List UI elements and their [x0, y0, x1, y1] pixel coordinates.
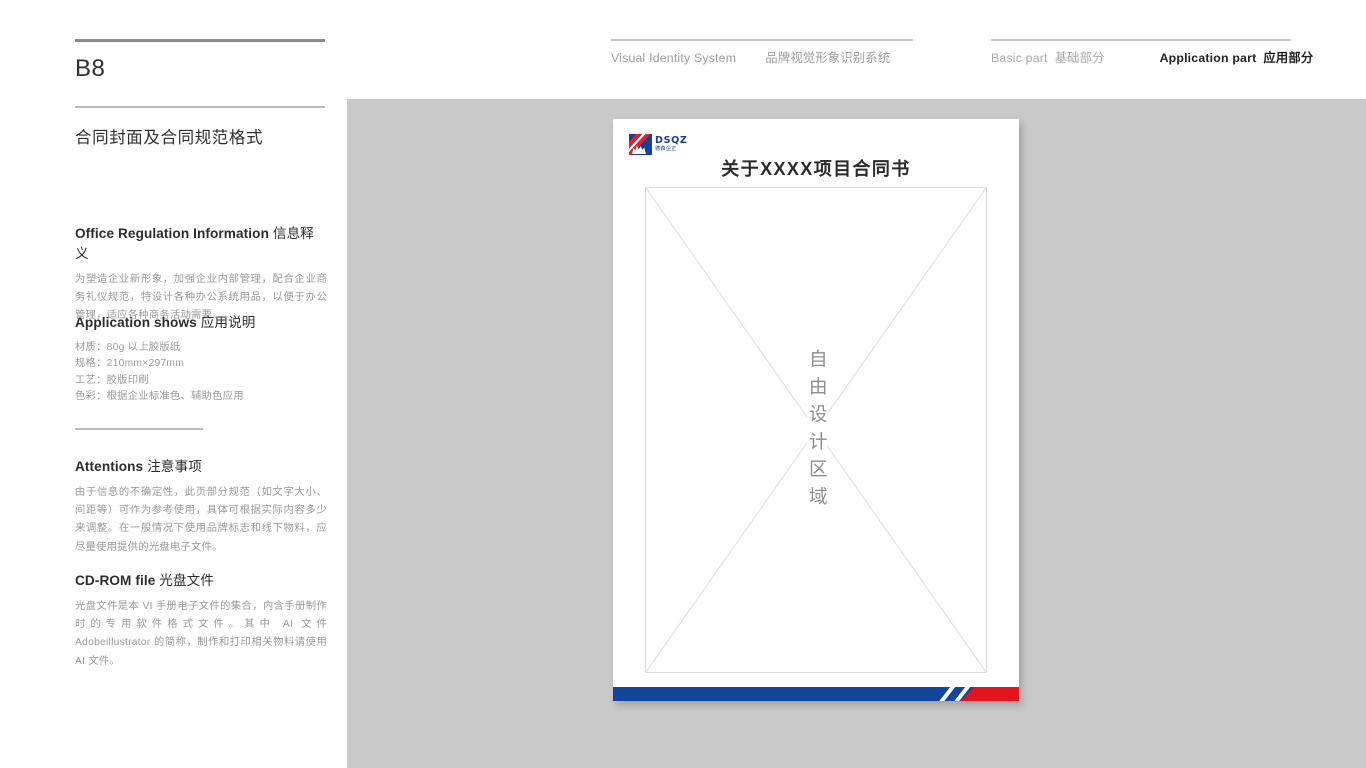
nav-tab-basic-part[interactable]: Basic part 基础部分 [991, 51, 1108, 65]
info-block-body: 光盘文件是本 VI 手册电子文件的集合，内含手册制作时的专用软件格式文件。其中 … [75, 601, 327, 667]
sidebar: B8 合同封面及合同规范格式 Office Regulation Informa… [75, 0, 327, 768]
logo-mark-icon [629, 134, 652, 155]
design-area-label: 自由设计区域 [806, 346, 829, 516]
spec-item-size: 规格：210mm×297mm [75, 358, 185, 370]
nav-basic-cn: 基础部分 [1054, 51, 1105, 65]
nav-application-cn: 应用部分 [1263, 51, 1314, 65]
design-area-label-wrap: 自由设计区域 [646, 188, 988, 674]
nav-basic-en: Basic part [991, 51, 1048, 65]
info-block-heading: Office Regulation Information 信息释义 [75, 222, 327, 262]
logo-wordmark-main: DSQZ [655, 135, 688, 146]
nav-system-cn: 品牌视觉形象识别系统 [765, 51, 891, 65]
contract-cover-preview[interactable]: DSQZ 德森企正 关于XXXX项目合同书 自由设计区域 [613, 119, 1019, 701]
nav-application-en: Application part [1159, 51, 1257, 65]
company-logo: DSQZ 德森企正 [629, 134, 691, 156]
heading-cn: 注意事项 [147, 459, 202, 474]
page-code-label: B8 [75, 55, 106, 82]
logo-wordmark-sub: 德森企正 [655, 146, 677, 152]
info-block-heading: Application shows 应用说明 [75, 311, 327, 331]
info-block-heading: CD-ROM file 光盘文件 [75, 569, 327, 589]
footer-accent-red [961, 687, 1019, 701]
spec-list: 材质：80g 以上胶版纸 规格：210mm×297mm 工艺：胶版印刷 色彩：根… [75, 340, 327, 406]
nav-system-label: Visual Identity System 品牌视觉形象识别系统 [611, 48, 890, 66]
spec-item-color: 色彩：根据企业标准色、辅助色应用 [75, 391, 244, 403]
heading-en: Office Regulation Information [75, 226, 269, 241]
spec-item-process: 工艺：胶版印刷 [75, 374, 149, 386]
sidebar-top-rule [75, 39, 325, 42]
heading-en: CD-ROM file [75, 573, 156, 588]
contract-title: 关于XXXX项目合同书 [721, 159, 911, 179]
heading-en: Application shows [75, 315, 197, 330]
info-block-heading: Attentions 注意事项 [75, 455, 327, 475]
sidebar-mid-rule [75, 106, 325, 108]
nav-rule [991, 39, 1291, 41]
info-block-cdrom-file: CD-ROM file 光盘文件 光盘文件是本 VI 手册电子文件的集合，内含手… [75, 569, 327, 671]
nav-system-en: Visual Identity System [611, 51, 737, 65]
info-block-attentions: Attentions 注意事项 由于信息的不确定性，此页部分规范（如文字大小、间… [75, 455, 327, 557]
logo-wordmark: DSQZ 德森企正 [655, 135, 691, 153]
heading-en: Attentions [75, 459, 144, 474]
info-block-application-shows: Application shows 应用说明 材质：80g 以上胶版纸 规格：2… [75, 311, 327, 406]
nav-rule [611, 39, 913, 41]
spec-item-material: 材质：80g 以上胶版纸 [75, 342, 181, 353]
design-area-placeholder: 自由设计区域 [645, 187, 987, 673]
sidebar-divider [75, 428, 203, 430]
heading-cn: 光盘文件 [159, 573, 215, 588]
nav-tab-application-part[interactable]: Application part 应用部分 [1160, 51, 1314, 65]
info-block-body: 由于信息的不确定性，此页部分规范（如文字大小、间距等）可作为参考使用，具体可根据… [75, 487, 327, 553]
nav-part-labels: Basic part 基础部分 Application part 应用部分 [991, 48, 1313, 66]
document-footer-bar [613, 687, 1019, 701]
heading-cn: 应用说明 [200, 315, 256, 330]
page-title: 合同封面及合同规范格式 [75, 129, 264, 147]
